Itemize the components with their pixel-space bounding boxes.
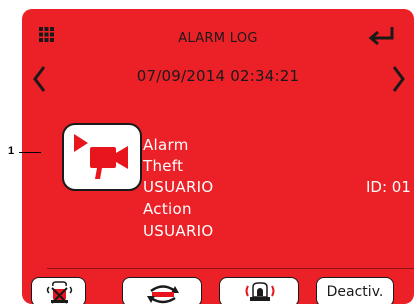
chevron-right-icon[interactable] — [390, 63, 408, 95]
divider — [47, 268, 414, 269]
mute-siren-button[interactable] — [31, 277, 86, 304]
event-action: Action — [143, 200, 192, 218]
reset-cycle-icon — [147, 285, 179, 304]
callout-line — [19, 152, 41, 153]
log-datetime: 07/09/2014 02:34:21 — [136, 67, 300, 85]
enter-return-icon[interactable] — [366, 24, 396, 48]
event-id: ID: 01 — [366, 178, 411, 196]
page-title: ALARM LOG — [178, 31, 258, 46]
siren-mute-icon — [46, 281, 73, 304]
siren-alarm-icon — [245, 282, 275, 301]
reset-button[interactable] — [122, 277, 202, 304]
siren-button[interactable] — [219, 277, 299, 304]
callout-number: 1 — [8, 145, 15, 157]
action-user: USUARIO — [143, 222, 214, 240]
alarm-log-screen: ALARM LOG 07/09/2014 02:34:21 Alarm Thef… — [22, 9, 414, 304]
deactivate-button[interactable]: Deactiv. — [316, 277, 394, 304]
event-type: Theft — [143, 157, 184, 175]
event-user: USUARIO — [143, 178, 214, 196]
video-camera-alarm-icon — [74, 134, 128, 179]
event-category: Alarm — [143, 136, 189, 154]
event-type-icon-box — [62, 123, 142, 191]
